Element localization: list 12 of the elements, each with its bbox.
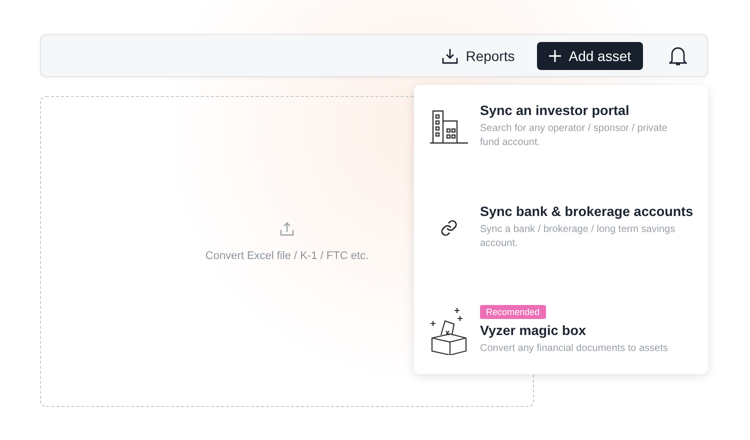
add-asset-button[interactable]: Add asset bbox=[536, 42, 643, 70]
plus-icon bbox=[548, 50, 561, 62]
building-icon bbox=[429, 108, 469, 144]
reports-button[interactable]: Reports bbox=[436, 44, 521, 68]
recommended-badge: Recomended bbox=[480, 305, 546, 319]
magic-box-icon bbox=[430, 306, 468, 354]
link-icon bbox=[440, 218, 458, 236]
upload-icon bbox=[280, 222, 294, 236]
dropzone-text: Convert Excel file / K-1 / FTC etc. bbox=[205, 250, 369, 262]
download-icon bbox=[442, 48, 458, 64]
bell-icon bbox=[669, 46, 687, 66]
notifications-button[interactable] bbox=[669, 46, 687, 66]
